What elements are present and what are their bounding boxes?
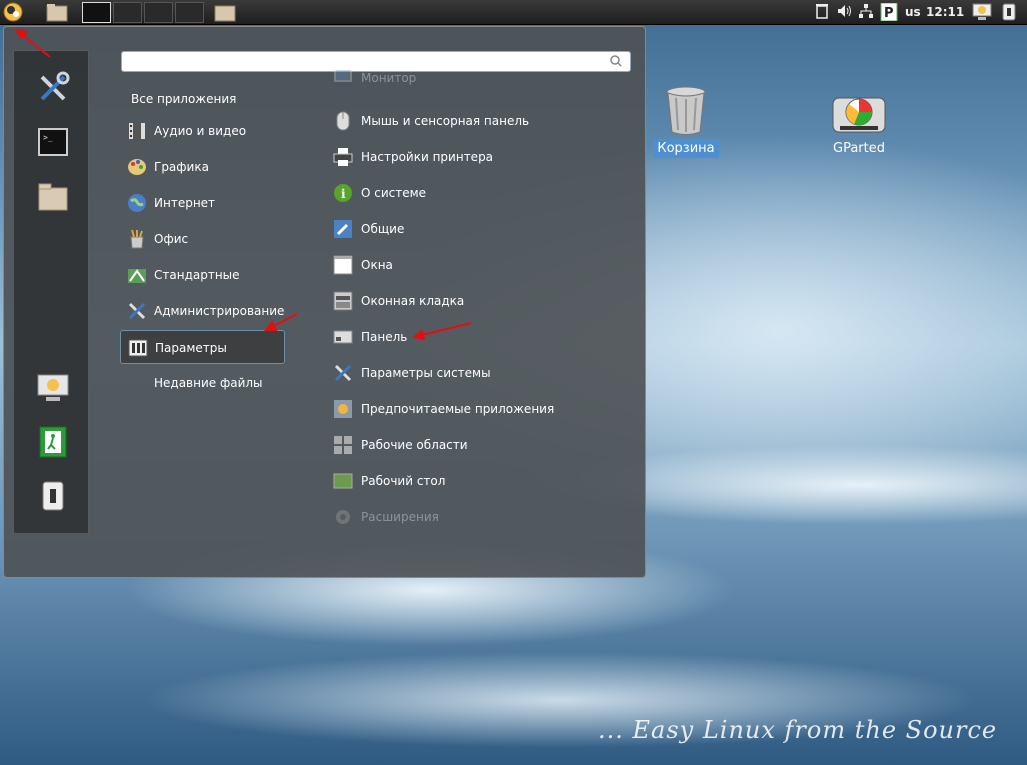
annotation-arrows	[13, 28, 472, 341]
